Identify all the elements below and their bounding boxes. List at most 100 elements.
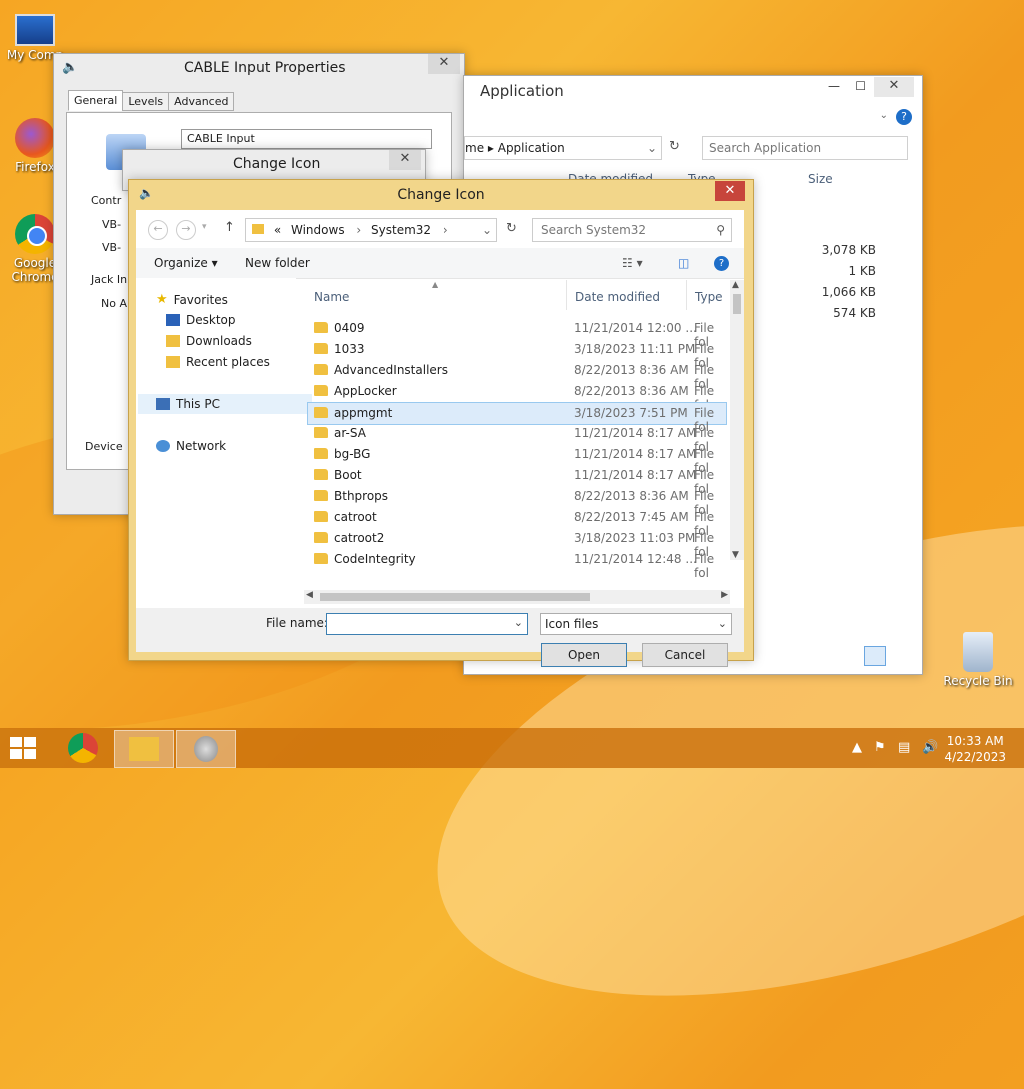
file-row-selected[interactable]: appmgmt 3/18/2023 7:51 PM File fol xyxy=(307,402,727,434)
file-row[interactable]: catroot 8/22/2013 7:45 AM File fol xyxy=(308,507,726,538)
file-name-input[interactable]: ⌄ xyxy=(326,613,528,635)
tab-levels[interactable]: Levels xyxy=(122,92,170,111)
close-button[interactable]: ✕ xyxy=(874,77,914,97)
recycle-bin-icon xyxy=(963,632,993,672)
search-input[interactable]: Search Application xyxy=(702,136,908,160)
refresh-icon[interactable]: ↻ xyxy=(669,139,680,154)
folder-icon xyxy=(314,364,328,375)
maximize-button[interactable]: ☐ xyxy=(855,79,866,93)
device-usage-label: Device xyxy=(85,440,123,453)
file-row[interactable]: 0409 11/21/2014 12:00 ... File fol xyxy=(308,318,726,349)
help-icon[interactable]: ? xyxy=(714,256,729,271)
dialog-title: Change Icon xyxy=(397,187,485,203)
scroll-up-arrow-icon[interactable]: ▲ xyxy=(732,280,739,290)
title-bar[interactable]: Application — ☐ ✕ xyxy=(464,76,922,104)
breadcrumb-system32[interactable]: System32 xyxy=(371,223,431,237)
scroll-thumb[interactable] xyxy=(733,294,741,314)
minimize-button[interactable]: — xyxy=(828,79,840,93)
tab-advanced[interactable]: Advanced xyxy=(168,92,235,111)
nav-downloads[interactable]: Downloads xyxy=(166,334,252,348)
close-button[interactable]: ✕ xyxy=(715,181,745,201)
navigation-pane: ★ Favorites Desktop Downloads Recent plac… xyxy=(136,278,312,608)
large-icons-view-icon[interactable] xyxy=(890,648,910,666)
file-row[interactable]: bg-BG 11/21/2014 8:17 AM File fol xyxy=(308,444,726,475)
show-hidden-icons[interactable]: ▲ xyxy=(852,740,862,755)
volume-icon[interactable]: 🔊 xyxy=(922,740,938,755)
back-button[interactable]: ← xyxy=(148,220,168,240)
chevron-down-icon[interactable]: ⌄ xyxy=(514,616,523,629)
scroll-down-arrow-icon[interactable]: ▼ xyxy=(732,550,739,560)
start-button[interactable] xyxy=(10,737,36,759)
tab-strip: General Levels Advanced xyxy=(68,90,235,111)
chevron-down-icon[interactable]: ⌄ xyxy=(718,614,727,634)
desktop-icon-label: Recycle Bin xyxy=(943,674,1013,688)
breadcrumb-windows[interactable]: Windows xyxy=(291,223,345,237)
preview-pane-icon[interactable]: ◫ xyxy=(678,256,689,270)
view-options-icon[interactable]: ☷ ▾ xyxy=(622,256,643,270)
breadcrumb-overflow[interactable]: « xyxy=(274,223,281,237)
file-row[interactable]: Boot 11/21/2014 8:17 AM File fol xyxy=(308,465,726,496)
file-row[interactable]: Bthprops 8/22/2013 8:36 AM File fol xyxy=(308,486,726,517)
file-row[interactable]: 1033 3/18/2023 11:11 PM File fol xyxy=(308,339,726,370)
address-bar[interactable]: me ▸ Application ⌄ xyxy=(464,136,662,160)
folder-icon xyxy=(314,385,328,396)
column-header-name[interactable]: Name xyxy=(314,290,349,304)
scroll-right-arrow-icon[interactable]: ▶ xyxy=(721,590,728,600)
chevron-down-icon[interactable]: ⌄ xyxy=(647,137,657,159)
downloads-icon xyxy=(166,335,180,347)
refresh-icon[interactable]: ↻ xyxy=(506,221,517,236)
desktop-icon-recycle-bin[interactable]: Recycle Bin xyxy=(940,632,1016,688)
nav-recent-places[interactable]: Recent places xyxy=(166,355,270,369)
open-button[interactable]: Open xyxy=(541,643,627,667)
tab-general[interactable]: General xyxy=(68,90,124,111)
system-clock[interactable]: 10:33 AM 4/22/2023 xyxy=(944,733,1006,765)
new-folder-button[interactable]: New folder xyxy=(245,256,310,270)
nav-network[interactable]: Network xyxy=(156,439,226,453)
horizontal-scrollbar[interactable]: ◀ ▶ xyxy=(304,590,730,604)
title-bar[interactable]: 🔈 Change Icon ✕ xyxy=(129,180,753,210)
column-header-date[interactable]: Date modified xyxy=(575,290,660,304)
breadcrumb-item[interactable]: Application xyxy=(498,141,565,155)
taskbar: ▲ ⚑ ▤ 🔊 10:33 AM 4/22/2023 xyxy=(0,728,1024,768)
nav-favorites[interactable]: ★ Favorites xyxy=(156,292,228,307)
title-bar[interactable]: 🔈 CABLE Input Properties ✕ xyxy=(54,54,464,82)
taskbar-chrome[interactable] xyxy=(54,730,112,766)
close-button[interactable]: ✕ xyxy=(428,54,460,74)
file-row[interactable]: AdvancedInstallers 8/22/2013 8:36 AM File … xyxy=(308,360,726,391)
desktop-icon xyxy=(166,314,180,326)
file-row[interactable]: CodeIntegrity 11/21/2014 12:48 ... File fo… xyxy=(308,549,726,580)
column-header-size[interactable]: Size xyxy=(808,172,833,186)
close-button[interactable]: ✕ xyxy=(389,150,421,170)
action-center-flag-icon[interactable]: ⚑ xyxy=(874,740,886,755)
column-header-type[interactable]: Type xyxy=(695,290,723,304)
file-row[interactable]: AppLocker8/22/2013 8:36 AMFile fol xyxy=(308,381,726,412)
scroll-left-arrow-icon[interactable]: ◀ xyxy=(306,590,313,600)
address-bar[interactable]: « Windows › System32 › ⌄ xyxy=(245,218,497,242)
cancel-button[interactable]: Cancel xyxy=(642,643,728,667)
device-name-field[interactable]: CABLE Input xyxy=(181,129,432,149)
taskbar-sound[interactable] xyxy=(176,730,236,768)
file-size: 574 KB xyxy=(833,306,876,320)
star-icon: ★ xyxy=(156,292,168,307)
nav-this-pc[interactable]: This PC xyxy=(138,394,312,414)
file-row[interactable]: ar-SA 11/21/2014 8:17 AM File fol xyxy=(308,423,726,454)
taskbar-file-explorer[interactable] xyxy=(114,730,174,768)
chevron-down-icon[interactable]: ⌄ xyxy=(482,219,492,241)
network-icon[interactable]: ▤ xyxy=(898,740,910,755)
folder-icon xyxy=(314,427,328,438)
search-input[interactable]: Search System32 ⚲ xyxy=(532,218,732,242)
dialog-body: ← → ▾ ↑ « Windows › System32 › ⌄ ↻ Searc… xyxy=(136,210,744,667)
folder-icon xyxy=(314,448,328,459)
organize-button[interactable]: Organize ▾ xyxy=(154,256,218,270)
nav-desktop[interactable]: Desktop xyxy=(166,313,236,327)
up-arrow-icon[interactable]: ↑ xyxy=(224,220,235,235)
chevron-down-icon[interactable]: ⌄ xyxy=(880,110,888,121)
chevron-down-icon[interactable]: ▾ xyxy=(202,222,207,232)
scroll-thumb[interactable] xyxy=(320,593,590,601)
file-row[interactable]: catroot2 3/18/2023 11:03 PM File fol xyxy=(308,528,726,559)
file-type-select[interactable]: Icon files ⌄ xyxy=(540,613,732,635)
help-icon[interactable]: ? xyxy=(896,109,912,125)
forward-button[interactable]: → xyxy=(176,220,196,240)
details-view-icon[interactable] xyxy=(864,646,886,666)
vertical-scrollbar[interactable]: ▲ ▼ xyxy=(730,280,744,560)
